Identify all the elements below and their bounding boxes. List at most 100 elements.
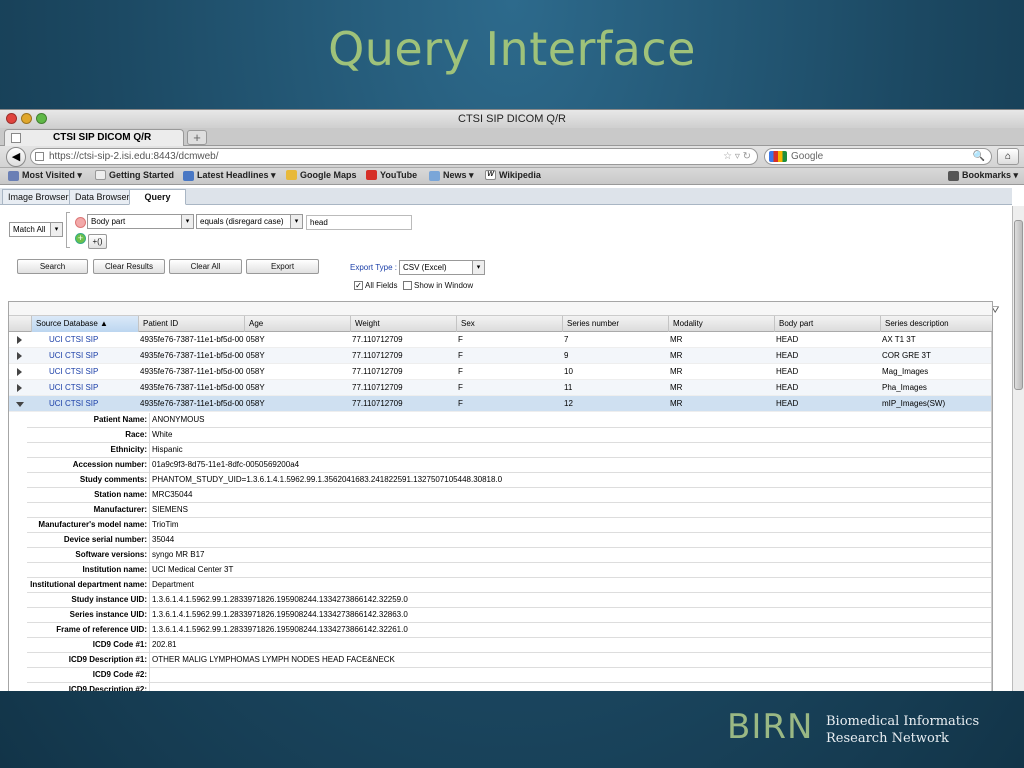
detail-row: Accession number: 01a9c9f3-8d75-11e1-8dfc… bbox=[27, 458, 991, 473]
column-header-body-part[interactable]: Body part bbox=[774, 316, 880, 332]
search-button[interactable]: Search bbox=[17, 259, 88, 274]
remove-criterion-icon[interactable] bbox=[75, 217, 86, 228]
cell-source-database[interactable]: UCI CTSI SIP bbox=[47, 364, 98, 380]
column-header-series-number[interactable]: Series number bbox=[562, 316, 668, 332]
bookmark-latest-headlines[interactable]: Latest Headlines ▾ bbox=[183, 170, 276, 181]
table-row[interactable]: UCI CTSI SIP 4935fe76-7387-11e1-bf5d-00 … bbox=[9, 348, 992, 364]
table-row-expanded[interactable]: UCI CTSI SIP 4935fe76-7387-11e1-bf5d-00 … bbox=[9, 396, 992, 412]
chevron-down-icon: ▾ bbox=[290, 215, 302, 228]
detail-value: 1.3.6.1.4.1.5962.99.1.2833971826.1959082… bbox=[152, 610, 408, 619]
bookmark-star-icon[interactable]: ☆ ▿ ↻ bbox=[723, 149, 751, 164]
birn-logo: BIRN bbox=[727, 707, 814, 747]
column-header-series-description[interactable]: Series description bbox=[880, 316, 990, 332]
bookmark-news[interactable]: News ▾ bbox=[429, 170, 474, 181]
browser-tab[interactable]: CTSI SIP DICOM Q/R bbox=[4, 129, 184, 146]
cell-modality: MR bbox=[670, 335, 683, 344]
clear-all-button[interactable]: Clear All bbox=[169, 259, 242, 274]
column-header-weight[interactable]: Weight bbox=[350, 316, 456, 332]
table-row[interactable]: UCI CTSI SIP 4935fe76-7387-11e1-bf5d-00 … bbox=[9, 380, 992, 396]
criteria-bracket bbox=[66, 212, 70, 248]
cell-weight: 77.110712709 bbox=[352, 399, 403, 408]
cell-patient-id: 4935fe76-7387-11e1-bf5d-00 bbox=[140, 351, 244, 360]
table-row[interactable]: UCI CTSI SIP 4935fe76-7387-11e1-bf5d-00 … bbox=[9, 332, 992, 348]
cell-source-database[interactable]: UCI CTSI SIP bbox=[47, 348, 98, 364]
cell-source-database[interactable]: UCI CTSI SIP bbox=[47, 396, 98, 412]
results-grid: Source Database ▲ Patient ID Age Weight … bbox=[8, 301, 993, 691]
tab-query[interactable]: Query bbox=[129, 189, 186, 205]
google-search-engine-icon[interactable] bbox=[769, 151, 787, 162]
window-title: CTSI SIP DICOM Q/R bbox=[458, 113, 566, 125]
back-button[interactable]: ◀ bbox=[6, 147, 26, 167]
detail-label: Software versions: bbox=[27, 548, 150, 563]
add-criterion-icon[interactable]: + bbox=[75, 233, 86, 244]
detail-value: OTHER MALIG LYMPHOMAS LYMPH NODES HEAD F… bbox=[152, 655, 395, 664]
expand-row-icon[interactable] bbox=[17, 384, 22, 392]
home-button[interactable]: ⌂ bbox=[997, 148, 1019, 165]
new-tab-button[interactable]: + bbox=[187, 130, 207, 145]
back-arrow-icon: ◀ bbox=[11, 151, 21, 163]
bookmark-getting-started[interactable]: Getting Started bbox=[95, 170, 174, 180]
page-scrollbar[interactable] bbox=[1012, 206, 1024, 691]
tab-data-browser[interactable]: Data Browser bbox=[69, 189, 136, 205]
cell-source-database[interactable]: UCI CTSI SIP bbox=[47, 380, 98, 396]
search-icon[interactable]: 🔍 bbox=[973, 149, 985, 164]
grid-scrollbar[interactable] bbox=[991, 332, 992, 691]
cell-source-database[interactable]: UCI CTSI SIP bbox=[47, 332, 98, 348]
detail-value: 1.3.6.1.4.1.5962.99.1.2833971826.1959082… bbox=[152, 625, 408, 634]
cell-modality: MR bbox=[670, 383, 683, 392]
bookmark-google-maps[interactable]: Google Maps bbox=[286, 170, 357, 180]
detail-row: Study instance UID: 1.3.6.1.4.1.5962.99.1… bbox=[27, 593, 991, 608]
detail-value: syngo MR B17 bbox=[152, 550, 205, 559]
bookmark-youtube[interactable]: YouTube bbox=[366, 170, 417, 180]
cell-weight: 77.110712709 bbox=[352, 383, 403, 392]
close-window-button[interactable] bbox=[6, 113, 17, 124]
export-type-select[interactable]: CSV (Excel) ▾ bbox=[399, 260, 485, 275]
column-header-age[interactable]: Age bbox=[244, 316, 350, 332]
criterion-field-select[interactable]: Body part ▾ bbox=[87, 214, 194, 229]
cell-body-part: HEAD bbox=[776, 335, 799, 344]
address-bar-url: https://ctsi-sip-2.isi.edu:8443/dcmweb/ bbox=[49, 151, 219, 162]
cell-modality: MR bbox=[670, 399, 683, 408]
address-bar[interactable]: https://ctsi-sip-2.isi.edu:8443/dcmweb/ … bbox=[30, 148, 758, 165]
cell-body-part: HEAD bbox=[776, 367, 799, 376]
minimize-window-button[interactable] bbox=[21, 113, 32, 124]
detail-value: TrioTim bbox=[152, 520, 179, 529]
bookmarks-menu[interactable]: Bookmarks ▾ bbox=[948, 170, 1018, 181]
detail-row: Institution name: UCI Medical Center 3T bbox=[27, 563, 991, 578]
page-scrollbar-thumb[interactable] bbox=[1014, 220, 1023, 390]
match-mode-select[interactable]: Match All ▾ bbox=[9, 222, 63, 237]
tab-image-browser[interactable]: Image Browser bbox=[2, 189, 75, 205]
all-fields-checkbox[interactable]: ✓ bbox=[354, 281, 363, 290]
criterion-operator-select[interactable]: equals (disregard case) ▾ bbox=[196, 214, 303, 229]
cell-series-number: 9 bbox=[564, 351, 569, 360]
birn-name-line1: Biomedical Informatics bbox=[826, 714, 980, 729]
rss-icon bbox=[183, 170, 194, 181]
clear-results-button[interactable]: Clear Results bbox=[93, 259, 165, 274]
expand-row-icon[interactable] bbox=[17, 352, 22, 360]
grid-header: Source Database ▲ Patient ID Age Weight … bbox=[9, 316, 992, 332]
search-input[interactable]: Google 🔍 bbox=[764, 148, 992, 165]
add-group-button[interactable]: +() bbox=[88, 234, 107, 249]
cell-patient-id: 4935fe76-7387-11e1-bf5d-00 bbox=[140, 383, 244, 392]
expand-row-icon[interactable] bbox=[17, 368, 22, 376]
cell-series-description: COR GRE 3T bbox=[882, 351, 931, 360]
column-header-patient-id[interactable]: Patient ID bbox=[138, 316, 244, 332]
bookmark-wikipedia[interactable]: W Wikipedia bbox=[485, 170, 541, 180]
criterion-value-input[interactable]: head bbox=[306, 215, 412, 230]
column-header-modality[interactable]: Modality bbox=[668, 316, 774, 332]
cell-sex: F bbox=[458, 367, 463, 376]
collapse-row-icon[interactable] bbox=[16, 402, 24, 407]
zoom-window-button[interactable] bbox=[36, 113, 47, 124]
show-in-window-checkbox[interactable] bbox=[403, 281, 412, 290]
column-header-sex[interactable]: Sex bbox=[456, 316, 562, 332]
expand-row-icon[interactable] bbox=[17, 336, 22, 344]
bookmark-most-visited[interactable]: Most Visited ▾ bbox=[8, 170, 82, 181]
table-row[interactable]: UCI CTSI SIP 4935fe76-7387-11e1-bf5d-00 … bbox=[9, 364, 992, 380]
detail-label: Study comments: bbox=[27, 473, 150, 488]
column-header-source-database[interactable]: Source Database ▲ bbox=[31, 316, 138, 332]
cell-modality: MR bbox=[670, 351, 683, 360]
export-button[interactable]: Export bbox=[246, 259, 319, 274]
detail-value: SIEMENS bbox=[152, 505, 189, 514]
browser-navbar: ◀ https://ctsi-sip-2.isi.edu:8443/dcmweb… bbox=[0, 146, 1024, 168]
detail-row: Patient Name: ANONYMOUS bbox=[27, 413, 991, 428]
